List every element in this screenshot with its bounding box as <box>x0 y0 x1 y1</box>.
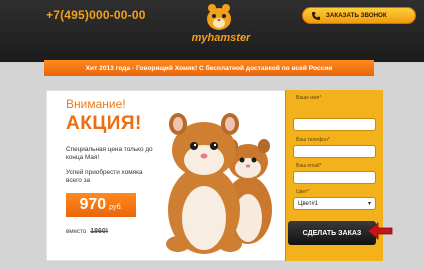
special-price-text: Специальная цена только до конца Мая! <box>66 146 153 161</box>
old-price: 1860! <box>90 228 109 235</box>
name-label: Ваше имя* <box>296 95 322 101</box>
phone-input[interactable] <box>293 145 376 158</box>
phone-icon <box>312 11 320 20</box>
attention-heading: Внимание! <box>66 97 126 111</box>
order-call-button[interactable]: ЗАКАЗАТЬ ЗВОНОК <box>302 7 416 24</box>
instead-label: вместо <box>66 228 87 235</box>
price-value: 970 <box>79 196 107 213</box>
phone-number: +7(495)000-00-00 <box>46 8 146 22</box>
order-call-label: ЗАКАЗАТЬ ЗВОНОК <box>326 12 387 19</box>
color-select[interactable]: Цвет#1 ▾ <box>293 197 376 210</box>
landing-page: +7(495)000-00-00 myhamster ЗАКАЗАТЬ ЗВОН… <box>0 0 424 269</box>
buy-text: Успей приобрести хомяка всего за <box>66 169 143 184</box>
hamster-toys-image <box>166 113 272 254</box>
arrow-left-icon <box>367 222 393 240</box>
color-label: Цвет* <box>296 189 310 195</box>
price-currency: руб. <box>109 204 123 211</box>
old-price-line: вместо 1860! <box>66 228 108 235</box>
color-select-value: Цвет#1 <box>298 200 319 207</box>
chevron-down-icon: ▾ <box>367 201 371 207</box>
name-input[interactable] <box>293 118 376 131</box>
phone-label: Ваш телефон* <box>296 137 330 143</box>
promo-banner: Хит 2013 года - Говорящий Хомяк! С беспл… <box>44 60 374 76</box>
hamster-logo-icon <box>207 4 231 30</box>
logo-text: myhamster <box>191 32 251 44</box>
logo[interactable]: myhamster <box>176 2 266 50</box>
email-label: Ваш email* <box>296 163 322 169</box>
price-badge: 970 руб. <box>66 193 136 217</box>
email-input[interactable] <box>293 171 376 184</box>
submit-order-button[interactable]: СДЕЛАТЬ ЗАКАЗ <box>288 221 376 245</box>
header: +7(495)000-00-00 myhamster ЗАКАЗАТЬ ЗВОН… <box>0 0 424 62</box>
banner-text: Хит 2013 года - Говорящий Хомяк! С беспл… <box>85 64 333 72</box>
action-heading: АКЦИЯ! <box>66 113 142 134</box>
